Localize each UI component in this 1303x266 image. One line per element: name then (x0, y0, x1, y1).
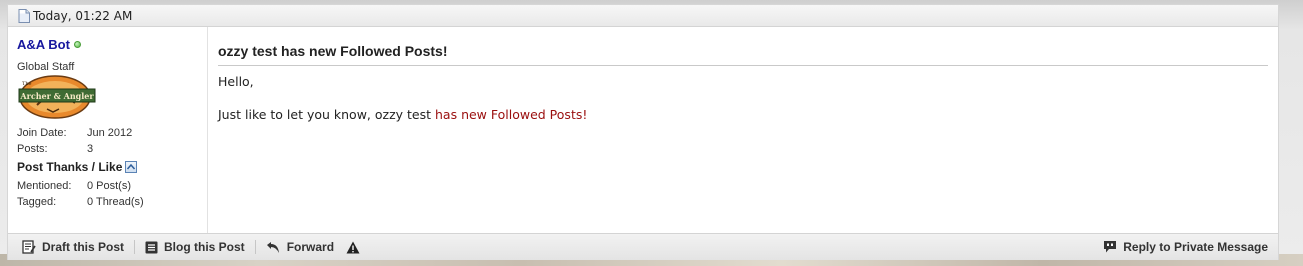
tagged-value[interactable]: 0 Thread(s) (87, 196, 144, 208)
blog-post-label: Blog this Post (164, 240, 245, 254)
join-date-label: Join Date: (17, 127, 67, 139)
post-footer: Draft this Post Blog this Post Forward R… (8, 233, 1278, 260)
post-body: A&A Bot Global Staff The Archer & Angler… (8, 27, 1278, 233)
avatar[interactable]: The Archer & Angler (17, 75, 97, 119)
reply-private-message-label: Reply to Private Message (1123, 240, 1268, 254)
tagged-label: Tagged: (17, 196, 57, 208)
post-thanks-title: Post Thanks / Like (17, 160, 123, 174)
posts-row: Posts: 3 (17, 141, 207, 157)
join-date-value: Jun 2012 (87, 127, 133, 139)
forward-label: Forward (286, 240, 335, 254)
draft-post-label: Draft this Post (42, 240, 125, 254)
warning-icon (346, 241, 360, 253)
message-greeting: Hello, (218, 74, 254, 89)
reply-private-message-button[interactable]: Reply to Private Message (1103, 240, 1268, 254)
post-content: ozzy test has new Followed Posts! Hello,… (208, 27, 1278, 233)
post-actions-right: Reply to Private Message (1103, 240, 1268, 254)
post-header: Today, 01:22 AM (8, 5, 1278, 27)
user-stats: Join Date: Jun 2012 Posts: 3 Post Thanks… (17, 125, 207, 210)
message-prefix: Just like to let you know, ozzy test (218, 107, 435, 122)
post-actions-left: Draft this Post Blog this Post Forward (22, 240, 366, 254)
footer-divider (254, 240, 256, 254)
mentioned-value[interactable]: 0 Post(s) (87, 180, 131, 192)
blog-icon (145, 241, 158, 253)
footer-divider (134, 240, 136, 254)
reply-bubble-icon (1104, 241, 1117, 253)
post-title: ozzy test has new Followed Posts! (218, 43, 1268, 66)
user-info-panel: A&A Bot Global Staff The Archer & Angler… (8, 27, 208, 233)
post-message: Hello, Just like to let you know, ozzy t… (218, 74, 1268, 122)
tagged-row: Tagged: 0 Thread(s) (17, 194, 207, 210)
user-title: Global Staff (17, 61, 75, 73)
report-button[interactable] (346, 241, 366, 254)
collapse-toggle-button[interactable] (125, 161, 138, 173)
username-link[interactable]: A&A Bot (17, 37, 70, 52)
blog-post-button[interactable]: Blog this Post (145, 240, 245, 254)
draft-icon (22, 240, 36, 254)
mentioned-row: Mentioned: 0 Post(s) (17, 178, 207, 194)
mentioned-label: Mentioned: (17, 180, 72, 192)
message-text: Just like to let you know, ozzy test has… (218, 107, 1268, 122)
online-status-icon (73, 41, 81, 48)
followed-posts-link[interactable]: has new Followed Posts! (435, 107, 587, 122)
post-date: Today, 01:22 AM (33, 8, 133, 23)
posts-label: Posts: (17, 143, 48, 155)
username-row: A&A Bot (17, 37, 207, 52)
post-thanks-header: Post Thanks / Like (17, 158, 207, 176)
avatar-logo-text: Archer & Angler (19, 91, 94, 101)
private-message-post: Today, 01:22 AM A&A Bot Global Staff The… (7, 4, 1279, 260)
forward-arrow-icon (266, 241, 279, 253)
draft-post-button[interactable]: Draft this Post (22, 240, 124, 254)
avatar-tag-text: The (22, 81, 32, 87)
document-icon (18, 8, 30, 23)
join-date-row: Join Date: Jun 2012 (17, 125, 207, 141)
posts-value: 3 (87, 143, 94, 155)
chevron-up-icon (127, 164, 136, 170)
forward-button[interactable]: Forward (266, 240, 334, 254)
